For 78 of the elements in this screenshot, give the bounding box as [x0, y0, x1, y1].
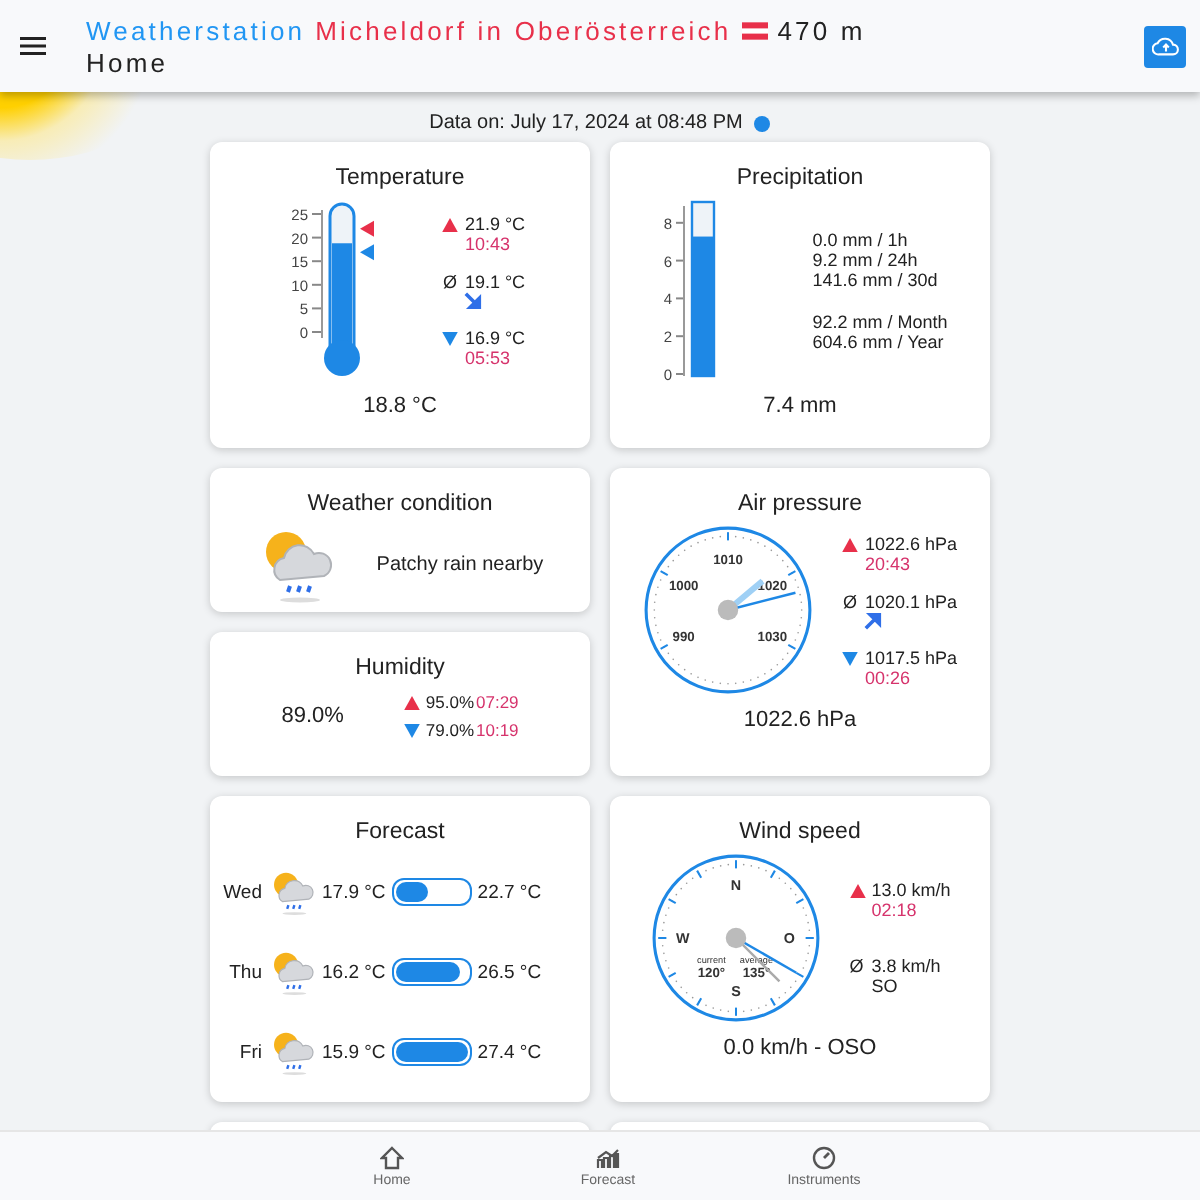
stat-time: 10:43: [464, 233, 512, 253]
precipitation-total: 604.6 mm / Year: [812, 331, 946, 351]
temperature-range-bar: [391, 958, 472, 986]
stat-time: 07:29: [476, 692, 519, 712]
temperature-range-bar: [391, 1038, 472, 1066]
average-symbol: Ø: [842, 591, 859, 611]
stat-value: 19.1 °C: [464, 271, 526, 291]
page-subtitle: Home: [86, 47, 171, 77]
forecast-day: Fri: [218, 1041, 262, 1063]
forecast-max: 22.7 °C: [477, 881, 542, 903]
triangle-up-icon: [849, 884, 866, 898]
wind-reading: 0.0 km/h - OSO: [721, 1036, 879, 1060]
stat-value: 21.9 °C: [464, 213, 526, 233]
stat-value: 95.0%: [425, 692, 475, 712]
temperature-reading: 18.8 °C: [361, 394, 439, 418]
forecast-max: 27.4 °C: [477, 1041, 542, 1063]
stat-time: SO: [871, 976, 900, 996]
card-title: Humidity: [353, 656, 447, 680]
card-title: Precipitation: [734, 166, 866, 190]
compass-label: W: [675, 931, 689, 948]
compass-label: S: [730, 984, 741, 1001]
cloud-upload-button[interactable]: [1144, 25, 1186, 67]
stat-value: 3.8 km/h: [871, 956, 941, 976]
stat-time: 02:18: [871, 900, 919, 920]
compass-label: N: [730, 877, 741, 894]
sun-cloud-rain-icon: [268, 948, 316, 996]
triangle-down-icon: [403, 724, 420, 738]
temperature-range-bar: [391, 878, 472, 906]
forecast-min: 17.9 °C: [322, 881, 386, 903]
card-title: Forecast: [353, 820, 447, 844]
stat-time: 00:26: [864, 667, 912, 687]
stat-value: 1020.1 hPa: [864, 591, 958, 611]
station-title: Weatherstation: [86, 15, 306, 45]
average-symbol: Ø: [442, 271, 459, 291]
humidity-reading: 89.0%: [281, 704, 344, 728]
compass-label: O: [783, 931, 795, 948]
altitude: 470 m: [777, 15, 866, 45]
card-title: Weather condition: [305, 492, 495, 516]
menu-icon[interactable]: [20, 36, 46, 56]
precipitation-total: 92.2 mm / Month: [812, 311, 948, 331]
stat-time: 20:43: [864, 553, 912, 573]
gauge-icon: [812, 1145, 836, 1169]
stat-value: 79.0%: [425, 720, 475, 740]
condition-text: Patchy rain nearby: [376, 553, 544, 575]
forecast-max: 26.5 °C: [477, 961, 542, 983]
precipitation-total: 0.0 mm / 1h: [812, 229, 910, 249]
card-title: Air pressure: [736, 492, 864, 516]
triangle-up-icon: [403, 696, 420, 710]
stat-time: 10:19: [476, 720, 519, 740]
stat-value: 16.9 °C: [464, 327, 526, 347]
triangle-down-icon: [842, 651, 859, 665]
stat-value: 1017.5 hPa: [864, 647, 958, 667]
triangle-down-icon: [442, 331, 459, 345]
card-title: Wind speed: [737, 820, 863, 844]
station-title: Micheldorf in Oberösterreich: [315, 15, 732, 45]
stat-time: 05:53: [464, 347, 512, 367]
pressure-reading: 1022.6 hPa: [741, 708, 859, 732]
triangle-up-icon: [842, 537, 859, 551]
forecast-day: Thu: [218, 961, 262, 983]
flag-icon: [741, 21, 768, 39]
sun-cloud-rain-icon: [268, 868, 316, 916]
average-symbol: Ø: [849, 956, 866, 976]
stat-value: 1022.6 hPa: [864, 533, 958, 553]
precipitation-total: 141.6 mm / 30d: [812, 269, 940, 289]
triangle-up-icon: [442, 217, 459, 231]
status-dot: [754, 115, 771, 131]
forecast-min: 16.2 °C: [322, 961, 386, 983]
stat-value: 13.0 km/h: [871, 880, 951, 900]
forecast-day: Wed: [218, 881, 262, 903]
data-timestamp: Data on: July 17, 2024 at 08:48 PM: [429, 112, 743, 134]
card-title: Temperature: [333, 166, 467, 190]
home-icon: [380, 1145, 404, 1169]
sun-cloud-rain-icon: [268, 1028, 316, 1076]
cloud-upload-icon: [1151, 36, 1179, 56]
precipitation-reading: 7.4 mm: [761, 394, 839, 418]
forecast-min: 15.9 °C: [322, 1041, 386, 1063]
bar-chart-icon: [596, 1145, 620, 1169]
precipitation-total: 9.2 mm / 24h: [812, 249, 920, 269]
